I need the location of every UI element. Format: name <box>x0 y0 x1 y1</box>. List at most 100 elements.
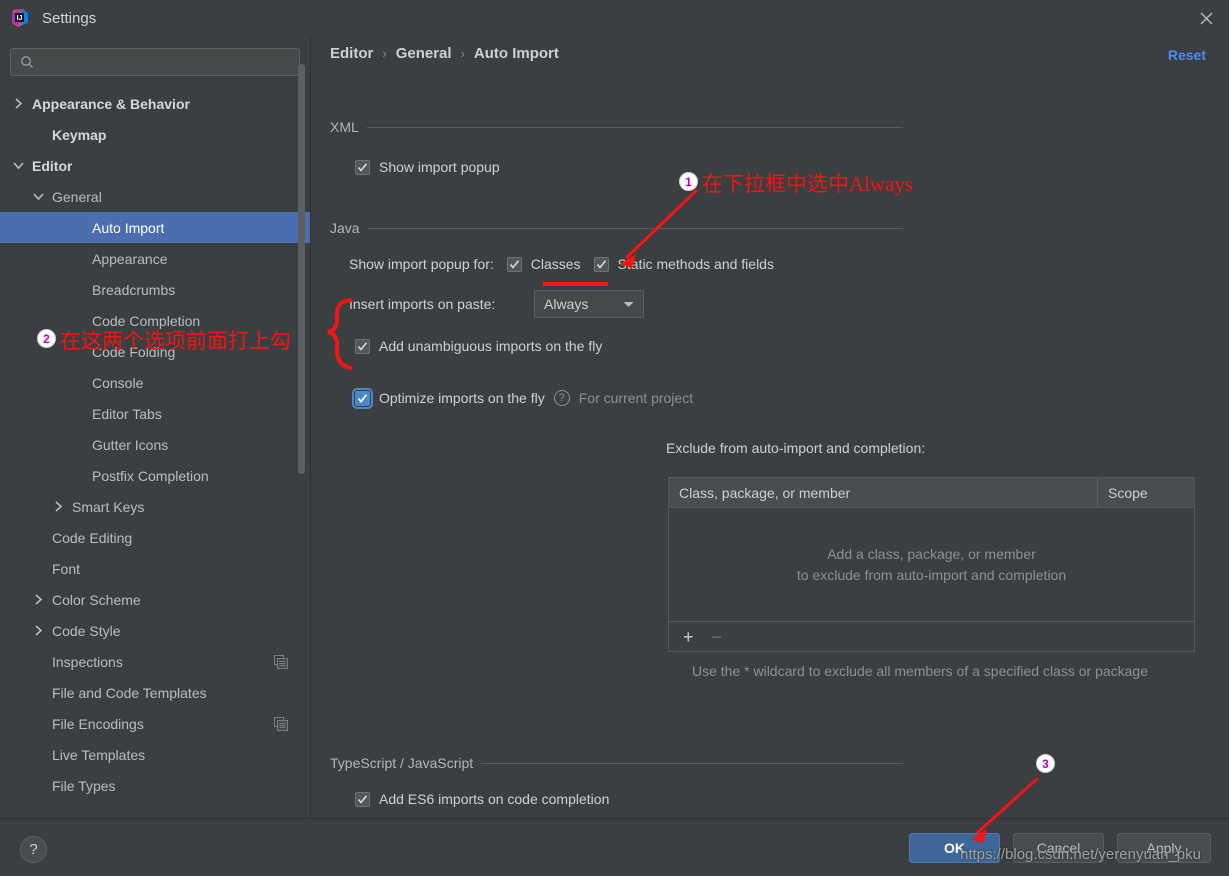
insert-imports-on-paste-dropdown[interactable]: Always <box>534 290 644 318</box>
checkbox-show-import-popup-xml[interactable]: Show import popup <box>355 159 500 175</box>
checkbox-icon[interactable] <box>355 791 370 807</box>
table-header-row: Class, package, or member Scope <box>669 478 1194 508</box>
search-box[interactable] <box>10 48 300 76</box>
intellij-idea-icon: IJ <box>10 8 30 28</box>
checkbox-icon[interactable] <box>352 387 373 409</box>
table-empty-state: Add a class, package, or member to exclu… <box>669 508 1194 621</box>
sidebar-item-label: Appearance <box>92 250 168 267</box>
sidebar-item-label: File Types <box>52 777 116 794</box>
sidebar-item-label: Smart Keys <box>72 498 145 515</box>
chevron-right-icon[interactable] <box>30 592 46 608</box>
checkbox-icon[interactable] <box>355 338 370 354</box>
sidebar-item-inspections[interactable]: Inspections <box>0 646 310 677</box>
breadcrumb-item-editor[interactable]: Editor <box>330 45 373 62</box>
checkbox-classes[interactable] <box>506 256 522 272</box>
checkbox-label: Add unambiguous imports on the fly <box>379 338 603 354</box>
settings-tree[interactable]: Appearance & Behavior Keymap Editor General… <box>0 88 310 818</box>
sidebar-scrollbar-thumb[interactable] <box>298 64 305 474</box>
section-rule <box>366 126 903 128</box>
svg-text:IJ: IJ <box>17 15 23 22</box>
sidebar-item-label: Auto Import <box>92 219 165 236</box>
checkbox-static-methods[interactable] <box>593 256 609 272</box>
chevron-right-icon: › <box>382 46 387 61</box>
sidebar-item-editor-tabs[interactable]: Editor Tabs <box>0 398 310 429</box>
sidebar-item-breadcrumbs[interactable]: Breadcrumbs <box>0 274 310 305</box>
sidebar-item-label: Gutter Icons <box>92 436 169 453</box>
sidebar-item-label: File and Code Templates <box>52 684 207 701</box>
sidebar-item-code-folding[interactable]: Code Folding <box>0 336 310 367</box>
table-toolbar: + − <box>669 621 1194 651</box>
checkbox-static-methods-label: Static methods and fields <box>617 256 774 272</box>
sidebar-item-font[interactable]: Font <box>0 553 310 584</box>
section-title-java: Java <box>330 220 360 236</box>
close-icon[interactable] <box>1183 0 1229 36</box>
sidebar-item-color-scheme[interactable]: Color Scheme <box>0 584 310 615</box>
sidebar-item-code-completion[interactable]: Code Completion <box>0 305 310 336</box>
sidebar-item-smart-keys[interactable]: Smart Keys <box>0 491 310 522</box>
question-mark-icon[interactable]: ? <box>553 390 570 406</box>
add-button[interactable]: + <box>683 628 694 646</box>
checkbox-icon[interactable] <box>355 159 370 175</box>
sidebar-item-auto-import[interactable]: Auto Import <box>0 212 310 243</box>
breadcrumb: Editor › General › Auto Import <box>330 45 559 62</box>
sidebar-item-console[interactable]: Console <box>0 367 310 398</box>
copy-icon <box>274 716 288 731</box>
sidebar-item-code-style[interactable]: Code Style <box>0 615 310 646</box>
checkbox-label: Show import popup <box>379 159 500 175</box>
sidebar-item-live-templates[interactable]: Live Templates <box>0 739 310 770</box>
sidebar-item-label: General <box>52 188 102 205</box>
show-import-popup-for-label: Show import popup for: <box>349 256 494 272</box>
exclude-table[interactable]: Class, package, or member Scope Add a cl… <box>668 477 1195 652</box>
checkbox-classes-label: Classes <box>530 256 581 272</box>
sidebar-item-appearance-behavior[interactable]: Appearance & Behavior <box>0 88 310 119</box>
section-header-java: Java <box>330 220 903 236</box>
checkbox-add-es6-imports[interactable]: Add ES6 imports on code completion <box>355 791 609 807</box>
section-rule <box>481 762 903 764</box>
chevron-right-icon[interactable] <box>10 96 26 112</box>
sidebar-item-file-encodings[interactable]: File Encodings <box>0 708 310 739</box>
sidebar-item-keymap[interactable]: Keymap <box>0 119 310 150</box>
sidebar-item-code-editing[interactable]: Code Editing <box>0 522 310 553</box>
table-column-header-scope[interactable]: Scope <box>1098 478 1194 507</box>
sidebar-item-appearance[interactable]: Appearance <box>0 243 310 274</box>
sidebar-item-label: Console <box>92 374 144 391</box>
empty-line-1: Add a class, package, or member <box>827 546 1036 562</box>
chevron-down-icon[interactable] <box>30 189 46 205</box>
chevron-right-icon[interactable] <box>30 623 46 639</box>
sidebar-item-gutter-icons[interactable]: Gutter Icons <box>0 429 310 460</box>
remove-button: − <box>711 626 723 647</box>
chevron-down-icon[interactable] <box>10 158 26 174</box>
show-import-popup-for-row: Show import popup for: Classes Static me… <box>349 256 774 272</box>
sidebar-item-editor[interactable]: Editor <box>0 150 310 181</box>
search-icon <box>20 55 34 69</box>
sidebar-item-general[interactable]: General <box>0 181 310 212</box>
settings-content: Editor › General › Auto Import Reset XML… <box>311 36 1229 818</box>
sidebar-item-file-types[interactable]: File Types <box>0 770 310 801</box>
table-column-header-class[interactable]: Class, package, or member <box>669 478 1098 507</box>
help-button[interactable]: ? <box>20 836 47 863</box>
empty-line-2: to exclude from auto-import and completi… <box>796 567 1067 583</box>
sidebar-item-file-and-code-templates[interactable]: File and Code Templates <box>0 677 310 708</box>
chevron-right-icon: › <box>460 46 465 61</box>
reset-link[interactable]: Reset <box>1168 47 1206 63</box>
settings-sidebar: Appearance & Behavior Keymap Editor General… <box>0 36 310 818</box>
chevron-right-icon[interactable] <box>50 499 66 515</box>
sidebar-item-label: Postfix Completion <box>92 467 209 484</box>
checkbox-add-unambiguous-imports[interactable]: Add unambiguous imports on the fly <box>355 338 602 354</box>
sidebar-scrollbar[interactable] <box>298 36 305 766</box>
sidebar-item-postfix-completion[interactable]: Postfix Completion <box>0 460 310 491</box>
breadcrumb-item-auto-import: Auto Import <box>473 45 559 62</box>
search-input[interactable] <box>41 54 291 70</box>
checkbox-optimize-imports[interactable]: Optimize imports on the fly ? For curren… <box>352 387 693 409</box>
watermark-url: https://blog.csdn.net/yerenyuan_pku <box>960 846 1201 863</box>
breadcrumb-item-general[interactable]: General <box>396 45 452 62</box>
